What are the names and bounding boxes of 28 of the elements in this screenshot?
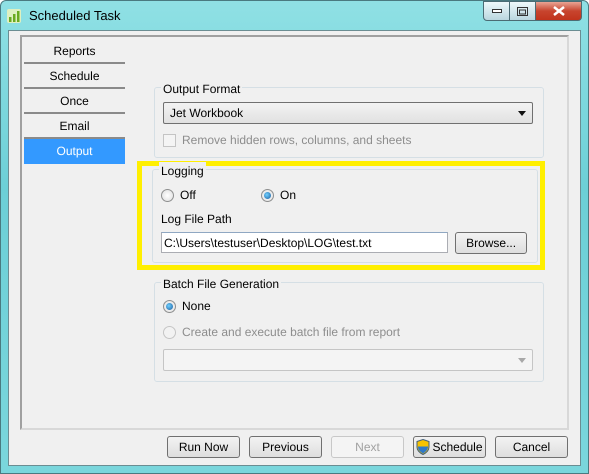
radio-button[interactable]: [163, 300, 176, 312]
maximize-button[interactable]: [510, 1, 536, 21]
app-icon: [7, 8, 21, 22]
checkbox-label: Remove hidden rows, columns, and sheets: [182, 132, 412, 149]
path-field[interactable]: C:\Users\testuser\Desktop\LOG\test.txt: [161, 232, 448, 253]
radio-label: Off: [180, 187, 196, 204]
dialog-button[interactable]: Cancel: [495, 436, 568, 458]
browse-button[interactable]: Browse...: [455, 232, 527, 254]
radio-label: None: [182, 298, 211, 315]
close-button[interactable]: [536, 1, 582, 21]
group-label: Logging: [159, 162, 206, 180]
radio-label: Create and execute batch file from report: [182, 324, 400, 341]
caret-icon: [518, 358, 526, 362]
dialog-button[interactable]: Run Now: [167, 436, 240, 458]
dialog-button[interactable]: Previous: [249, 436, 322, 458]
maximize-icon: [517, 6, 528, 16]
caret-icon: [518, 110, 526, 116]
radio-button[interactable]: [161, 188, 174, 202]
close-icon: [552, 6, 564, 16]
radio-button[interactable]: [261, 188, 274, 202]
shield-icon: [416, 439, 430, 455]
minimize-icon: [492, 9, 502, 13]
field-label: Log File Path: [161, 211, 233, 228]
format-dropdown[interactable]: Jet Workbook: [163, 102, 533, 124]
minimize-button[interactable]: [483, 1, 510, 21]
window-title: Scheduled Task: [29, 6, 121, 25]
radio-label: On: [280, 187, 296, 204]
dialog-button[interactable]: Schedule: [413, 436, 486, 458]
